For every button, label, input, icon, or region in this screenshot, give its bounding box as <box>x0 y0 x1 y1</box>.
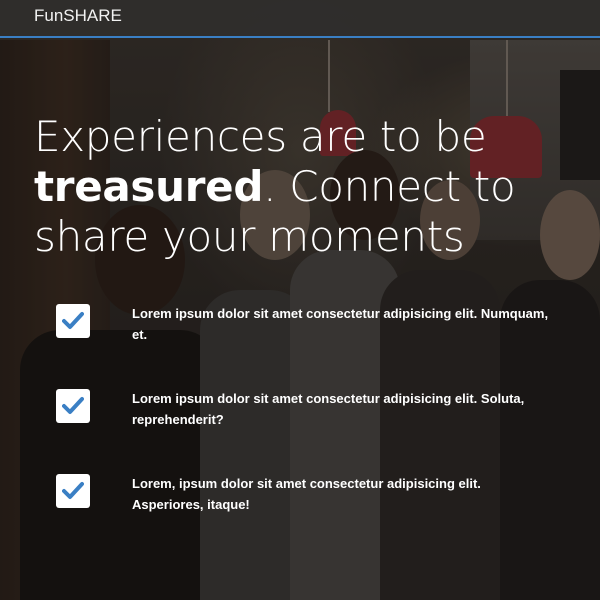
feature-text: Lorem, ipsum dolor sit amet consectetur … <box>132 476 481 512</box>
hero-headline: Experiences are to be treasured. Connect… <box>34 112 574 262</box>
brand-logo-link[interactable]: FunSHARE <box>34 6 122 26</box>
checkbox-checked-icon <box>56 304 90 338</box>
checkbox-checked-icon <box>56 389 90 423</box>
feature-item: Lorem ipsum dolor sit amet consectetur a… <box>56 389 576 429</box>
headline-text-start: Experiences are to be <box>34 112 487 161</box>
hero-section: Experiences are to be treasured. Connect… <box>34 112 574 262</box>
navbar: FunSHARE <box>0 0 600 38</box>
feature-item: Lorem ipsum dolor sit amet consectetur a… <box>56 304 576 344</box>
feature-text: Lorem ipsum dolor sit amet consectetur a… <box>132 391 525 427</box>
feature-item: Lorem, ipsum dolor sit amet consectetur … <box>56 474 576 514</box>
headline-emphasis: treasured <box>34 162 264 211</box>
checkbox-checked-icon <box>56 474 90 508</box>
landing-page: FunSHARE Experiences are to be treasured… <box>0 0 600 600</box>
feature-text: Lorem ipsum dolor sit amet consectetur a… <box>132 306 549 342</box>
